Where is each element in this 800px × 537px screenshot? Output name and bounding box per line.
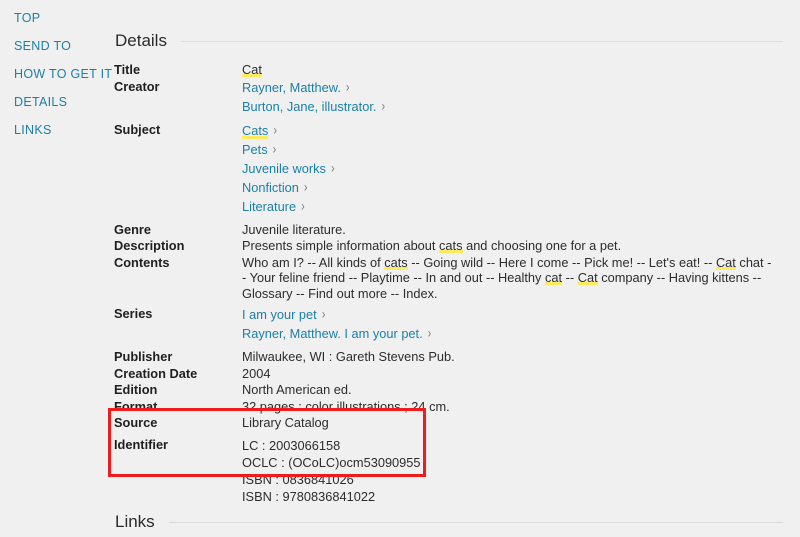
- chevron-right-icon: ›: [272, 141, 277, 157]
- highlighted-term: Cat: [715, 254, 736, 270]
- links-section-heading: Links: [115, 512, 783, 532]
- list-item[interactable]: Juvenile works ›: [242, 160, 774, 179]
- section-side-nav: TOP SEND TO HOW TO GET IT DETAILS LINKS: [0, 0, 112, 144]
- field-label-creation-date: Creation Date: [114, 365, 198, 381]
- field-value-creator: Rayner, Matthew. › Burton, Jane, illustra…: [242, 79, 774, 117]
- list-item[interactable]: Rayner, Matthew. I am your pet. ›: [242, 325, 774, 344]
- table-row-subject: Subject Cats › Pets › Juvenile works › Nonf…: [114, 121, 774, 217]
- field-value-subject: Cats › Pets › Juvenile works › Nonfiction › …: [242, 121, 774, 217]
- list-item[interactable]: Literature ›: [242, 198, 774, 217]
- highlighted-term: Cat: [577, 270, 598, 285]
- series-link[interactable]: Rayner, Matthew. I am your pet.: [242, 325, 423, 342]
- chevron-right-icon: ›: [345, 79, 350, 95]
- sidebar-item-top[interactable]: TOP: [0, 4, 105, 32]
- description-text-pre: Presents simple information about: [242, 238, 440, 253]
- chevron-right-icon: ›: [381, 98, 386, 114]
- sidebar-item-how-to-get-it[interactable]: HOW TO GET IT: [0, 60, 112, 88]
- field-value-publisher: Milwaukee, WI : Gareth Stevens Pub.: [242, 349, 455, 364]
- table-row-source: Source Library Catalog: [114, 415, 774, 432]
- table-row-creation-date: Creation Date 2004: [114, 366, 774, 383]
- list-item[interactable]: Cats ›: [242, 121, 774, 141]
- field-value-title: Cat: [242, 62, 774, 79]
- heading-divider: [180, 40, 783, 42]
- table-row-contents: Contents Who am I? -- All kinds of cats …: [114, 254, 774, 302]
- subject-link[interactable]: Literature: [242, 198, 296, 215]
- chevron-right-icon: ›: [303, 179, 308, 195]
- field-label-genre: Genre: [114, 221, 151, 237]
- contents-text: --: [562, 270, 578, 285]
- identifier-line: LC : 2003066158: [242, 437, 341, 453]
- highlighted-term: cats: [439, 238, 463, 253]
- chevron-right-icon: ›: [321, 307, 326, 323]
- heading-divider: [168, 521, 783, 523]
- field-label-identifier: Identifier: [114, 436, 169, 452]
- field-value-identifier: LC : 2003066158 OCLC : (OCoLC)ocm5309095…: [242, 437, 774, 505]
- field-label-source: Source: [114, 415, 158, 430]
- field-label-series: Series: [114, 306, 153, 321]
- table-row-format: Format 32 pages : color illustrations ; …: [114, 399, 774, 416]
- creator-link[interactable]: Burton, Jane, illustrator.: [242, 98, 376, 115]
- highlighted-term: cats: [384, 254, 408, 270]
- record-details-table: Title Cat Creator Rayner, Matthew. › Burt…: [114, 62, 774, 505]
- field-label-subject: Subject: [114, 121, 161, 137]
- sidebar-item-send-to[interactable]: SEND TO: [0, 32, 105, 60]
- chevron-right-icon: ›: [330, 160, 335, 176]
- list-item[interactable]: Pets ›: [242, 141, 774, 160]
- field-label-publisher: Publisher: [114, 349, 173, 364]
- sidebar-item-details[interactable]: DETAILS: [0, 88, 105, 116]
- field-value-series: I am your pet › Rayner, Matthew. I am you…: [242, 306, 774, 344]
- subject-link[interactable]: Cats: [242, 121, 269, 139]
- creator-link[interactable]: Rayner, Matthew.: [242, 79, 341, 96]
- list-item[interactable]: I am your pet ›: [242, 306, 774, 325]
- description-text-post: and choosing one for a pet.: [462, 238, 622, 253]
- table-row-identifier: Identifier LC : 2003066158 OCLC : (OCoLC…: [114, 437, 774, 505]
- field-label-title: Title: [114, 62, 141, 77]
- field-label-contents: Contents: [114, 254, 170, 270]
- highlighted-term: cat: [545, 270, 563, 285]
- field-value-format: 32 pages : color illustrations ; 24 cm.: [242, 398, 450, 414]
- chevron-right-icon: ›: [427, 326, 432, 342]
- subject-link[interactable]: Pets: [242, 141, 268, 158]
- table-row-series: Series I am your pet › Rayner, Matthew. I…: [114, 306, 774, 344]
- identifier-line: ISBN : 9780836841022: [242, 488, 376, 504]
- table-row-edition: Edition North American ed.: [114, 382, 774, 399]
- table-row-creator: Creator Rayner, Matthew. › Burton, Jane, …: [114, 79, 774, 117]
- table-row-genre: Genre Juvenile literature.: [114, 222, 774, 239]
- list-item[interactable]: Rayner, Matthew. ›: [242, 79, 774, 98]
- table-row-publisher: Publisher Milwaukee, WI : Gareth Stevens…: [114, 349, 774, 366]
- field-value-contents: Who am I? -- All kinds of cats -- Going …: [242, 254, 774, 302]
- series-link[interactable]: I am your pet: [242, 306, 317, 323]
- field-value-genre: Juvenile literature.: [242, 221, 346, 237]
- field-label-description: Description: [114, 238, 185, 253]
- list-item[interactable]: Burton, Jane, illustrator. ›: [242, 98, 774, 117]
- sidebar-item-links[interactable]: LINKS: [0, 116, 105, 144]
- details-heading-text: Details: [115, 31, 167, 50]
- field-value-edition: North American ed.: [242, 382, 352, 397]
- identifier-line: ISBN : 0836841026: [242, 471, 354, 487]
- field-label-format: Format: [114, 398, 158, 414]
- subject-link[interactable]: Juvenile works: [242, 160, 326, 177]
- subject-link[interactable]: Nonfiction: [242, 179, 299, 196]
- highlighted-term: Cat: [242, 62, 262, 77]
- details-section-heading: Details: [115, 31, 783, 51]
- contents-text: -- Going wild -- Here I come -- Pick me!…: [407, 254, 716, 270]
- field-value-source: Library Catalog: [242, 415, 329, 430]
- field-value-creation-date: 2004: [242, 365, 271, 381]
- links-heading-text: Links: [115, 512, 155, 531]
- identifier-line: OCLC : (OCoLC)ocm53090955: [242, 454, 421, 470]
- contents-text: Who am I? -- All kinds of: [242, 254, 385, 270]
- field-label-edition: Edition: [114, 382, 158, 397]
- list-item[interactable]: Nonfiction ›: [242, 179, 774, 198]
- chevron-right-icon: ›: [273, 122, 277, 138]
- table-row-title: Title Cat: [114, 62, 774, 79]
- field-label-creator: Creator: [114, 78, 160, 94]
- chevron-right-icon: ›: [301, 198, 305, 214]
- field-value-description: Presents simple information about cats a…: [242, 238, 774, 255]
- table-row-description: Description Presents simple information …: [114, 238, 774, 255]
